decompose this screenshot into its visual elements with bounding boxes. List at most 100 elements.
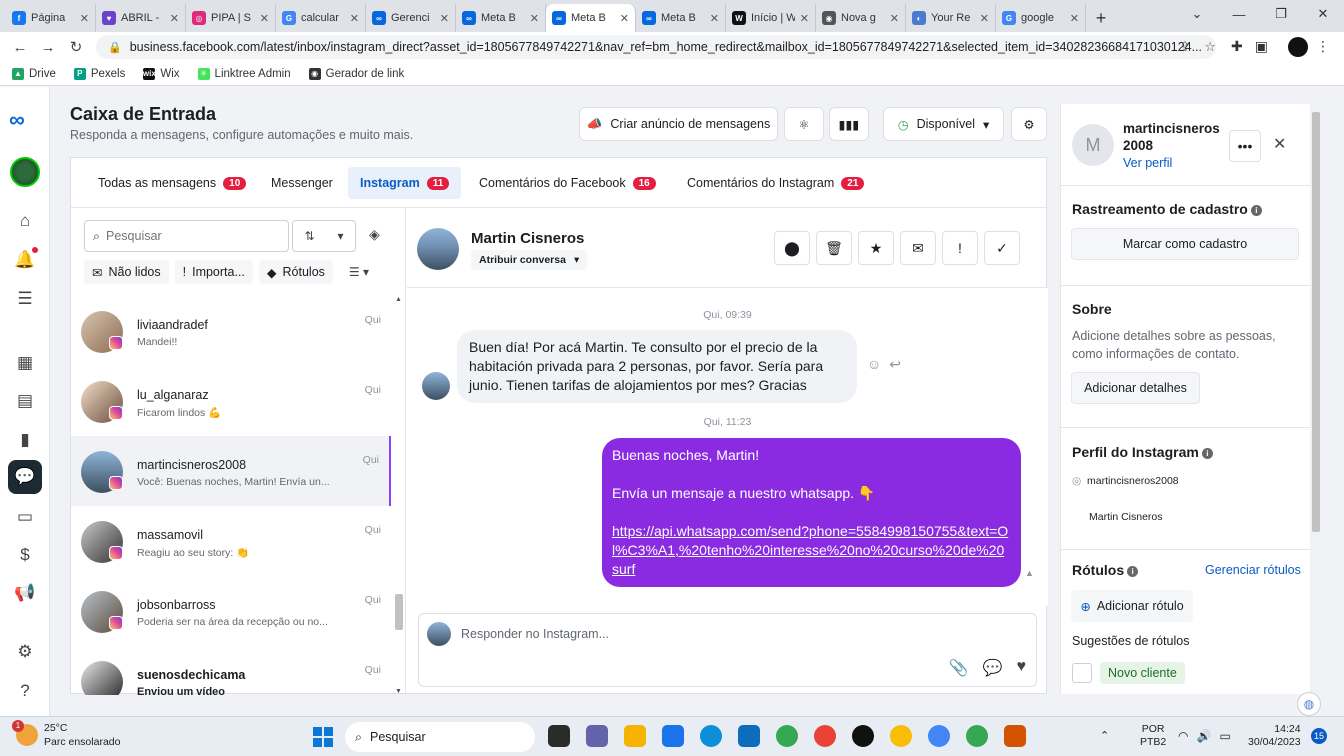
- info-icon[interactable]: i: [1127, 565, 1139, 577]
- chrome-icon[interactable]: [776, 725, 798, 747]
- start-button[interactable]: [313, 727, 333, 747]
- chrome-profile4-icon[interactable]: [966, 725, 988, 747]
- home-icon[interactable]: ⌂: [11, 207, 39, 235]
- list-item[interactable]: liviaandradef Mandei!! Qui: [71, 296, 391, 366]
- close-tab-icon[interactable]: ✕: [530, 12, 539, 25]
- new-tab-button[interactable]: +: [1086, 4, 1116, 32]
- report-button[interactable]: ⬤: [774, 231, 810, 265]
- help-icon[interactable]: ?: [11, 677, 39, 705]
- search-input[interactable]: [106, 229, 267, 243]
- important-button[interactable]: !: [942, 231, 978, 265]
- browser-tab[interactable]: ◉ Nova g ✕: [816, 4, 906, 32]
- tab-all-messages[interactable]: Todas as mensagens 10: [86, 167, 258, 199]
- contact-avatar[interactable]: [417, 228, 459, 270]
- business-avatar[interactable]: [10, 157, 40, 187]
- add-label-button[interactable]: ⊕ Adicionar rótulo: [1071, 590, 1193, 622]
- whatsapp-link[interactable]: https://api.whatsapp.com/send?phone=5584…: [612, 522, 1011, 579]
- inbox-settings-button[interactable]: ⚙: [1011, 107, 1047, 141]
- browser-tab[interactable]: Ggoogle ✕: [996, 4, 1086, 32]
- lock-icon[interactable]: 🔒: [108, 41, 122, 54]
- tab-search-icon[interactable]: ⌄: [1176, 0, 1218, 28]
- reply-icon[interactable]: ↩: [889, 356, 901, 373]
- bookmark-item[interactable]: P Pexels: [73, 67, 125, 80]
- app-icon[interactable]: [1004, 725, 1026, 747]
- close-tab-icon[interactable]: ✕: [170, 12, 179, 25]
- browser-tab[interactable]: ∞ Meta B ✕: [636, 4, 726, 32]
- mark-lead-button[interactable]: Marcar como cadastro: [1071, 228, 1299, 260]
- mark-unread-button[interactable]: ✉: [900, 231, 936, 265]
- scroll-thumb[interactable]: [1312, 112, 1320, 532]
- scroll-thumb[interactable]: [395, 594, 403, 630]
- task-view-icon[interactable]: [548, 725, 570, 747]
- list-scrollbar[interactable]: ▲ ▼: [393, 296, 405, 695]
- chrome-active-icon[interactable]: [852, 725, 874, 747]
- weather-widget[interactable]: 1 25°C Parc ensolarado: [12, 720, 120, 749]
- star-button[interactable]: ★: [858, 231, 894, 265]
- close-tab-icon[interactable]: ✕: [710, 12, 719, 25]
- sort-dropdown[interactable]: ⇅ ▾: [292, 220, 356, 252]
- inbox-icon[interactable]: 💬: [8, 460, 42, 494]
- close-tab-icon[interactable]: ✕: [800, 12, 809, 25]
- close-tab-icon[interactable]: ✕: [350, 12, 359, 25]
- more-options-button[interactable]: •••: [1229, 130, 1261, 162]
- menu-icon[interactable]: ☰: [11, 285, 39, 313]
- outlook-icon[interactable]: [738, 725, 760, 747]
- taskbar-search[interactable]: ⌕ Pesquisar: [345, 722, 535, 752]
- info-icon[interactable]: i: [1201, 447, 1213, 459]
- battery-icon[interactable]: ▭: [1219, 729, 1230, 743]
- browser-menu-icon[interactable]: ⋮: [1316, 38, 1330, 55]
- browser-tab[interactable]: ∞ Meta B ✕: [546, 4, 636, 32]
- bookmark-item[interactable]: ◉ Gerador de link: [308, 67, 404, 80]
- close-tab-icon[interactable]: ✕: [1070, 12, 1079, 25]
- availability-dropdown[interactable]: ◷ Disponível ▾: [883, 107, 1004, 141]
- delete-button[interactable]: 🗑: [816, 231, 852, 265]
- extensions-icon[interactable]: ✚: [1231, 38, 1243, 55]
- forward-button[interactable]: →: [34, 39, 62, 56]
- filter-labels[interactable]: ◆ Rótulos: [258, 260, 333, 284]
- layers-icon[interactable]: ◈: [369, 226, 380, 243]
- emoji-icon[interactable]: ☺: [867, 356, 881, 373]
- contacts-icon[interactable]: ▭: [11, 503, 39, 531]
- stats-button[interactable]: ▮▮▮: [829, 107, 869, 141]
- volume-icon[interactable]: 🔊: [1196, 729, 1211, 743]
- browser-tab[interactable]: ◎ PIPA | S ✕: [186, 4, 276, 32]
- profile-avatar[interactable]: [1288, 37, 1308, 57]
- tab-instagram-comments[interactable]: Comentários do Instagram 21: [675, 167, 876, 199]
- close-tab-icon[interactable]: ✕: [440, 12, 449, 25]
- close-tab-icon[interactable]: ✕: [80, 12, 89, 25]
- minimize-button[interactable]: —: [1218, 0, 1260, 28]
- reply-composer[interactable]: Responder no Instagram... 📎 💬 ♥: [418, 613, 1037, 687]
- maximize-button[interactable]: ❐: [1260, 0, 1302, 28]
- browser-tab[interactable]: ♥ ABRIL - ✕: [96, 4, 186, 32]
- automation-button[interactable]: ⚛: [784, 107, 824, 141]
- edge-icon[interactable]: [700, 725, 722, 747]
- ads-icon[interactable]: 📢: [11, 579, 39, 607]
- back-button[interactable]: ←: [6, 39, 34, 56]
- bookmark-item[interactable]: ✳ Linktree Admin: [197, 67, 291, 80]
- filter-options-icon[interactable]: ☰ ▾: [349, 265, 369, 279]
- manage-labels-link[interactable]: Gerenciar rótulos: [1205, 563, 1301, 577]
- panel-scrollbar[interactable]: [1310, 104, 1322, 694]
- teams-icon[interactable]: [586, 725, 608, 747]
- monetization-icon[interactable]: $: [11, 541, 39, 569]
- label-chip-new-client[interactable]: Novo cliente: [1100, 662, 1185, 684]
- scroll-up-icon[interactable]: ▲: [395, 296, 402, 303]
- tray-chevron-icon[interactable]: ⌃: [1100, 729, 1122, 751]
- browser-tab[interactable]: ∞ Gerenci ✕: [366, 4, 456, 32]
- bookmark-item[interactable]: wix Wix: [143, 67, 180, 80]
- bookmark-item[interactable]: ▲ Drive: [12, 67, 56, 80]
- chrome-profile-icon[interactable]: [814, 725, 836, 747]
- browser-tab[interactable]: f Página ✕: [6, 4, 96, 32]
- add-details-button[interactable]: Adicionar detalhes: [1071, 372, 1200, 404]
- tab-facebook-comments[interactable]: Comentários do Facebook 16: [467, 167, 668, 199]
- notifications-icon[interactable]: 🔔: [11, 246, 39, 274]
- list-item[interactable]: jobsonbarross Poderia ser na área da rece…: [71, 576, 391, 646]
- close-panel-icon[interactable]: ✕: [1273, 134, 1286, 154]
- tab-instagram[interactable]: Instagram 11: [348, 167, 462, 199]
- filter-unread[interactable]: ✉ Não lidos: [84, 260, 169, 284]
- close-tab-icon[interactable]: ✕: [890, 12, 899, 25]
- close-tab-icon[interactable]: ✕: [620, 12, 629, 25]
- tab-messenger[interactable]: Messenger: [259, 167, 345, 199]
- assign-conversation-dropdown[interactable]: Atribuir conversa ▾: [471, 250, 588, 270]
- close-window-button[interactable]: ✕: [1302, 0, 1344, 28]
